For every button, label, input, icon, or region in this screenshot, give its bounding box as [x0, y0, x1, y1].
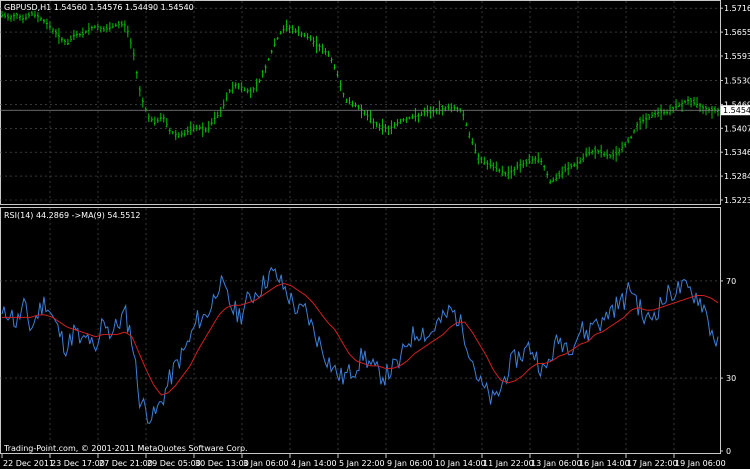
- price-panel[interactable]: GBPUSD,H1 1.54560 1.54576 1.54490 1.5454…: [0, 0, 750, 206]
- time-tick-label: 3 Jan 06:00: [243, 459, 289, 468]
- price-tick-label: 1.52845: [724, 172, 750, 181]
- time-tick-label: 23 Dec 17:00: [51, 459, 105, 468]
- time-tick-label: 16 Jan 14:00: [579, 459, 630, 468]
- time-tick-label: 29 Dec 05:00: [147, 459, 201, 468]
- time-tick-label: 19 Jan 06:00: [675, 459, 726, 468]
- price-tick-label: 1.55935: [724, 52, 750, 61]
- time-axis: 22 Dec 201123 Dec 17:0027 Dec 21:0029 De…: [1, 454, 726, 468]
- time-tick-label: 5 Jan 22:00: [339, 459, 385, 468]
- price-tick-label: 1.52230: [724, 196, 750, 205]
- price-axis: 1.571651.565501.559351.553051.546901.540…: [720, 4, 750, 205]
- current-price-label: 1.54540: [723, 106, 750, 115]
- price-grid: [0, 1, 720, 204]
- rsi-tick-label: 0: [726, 447, 731, 456]
- copyright-text: Trading-Point.com, © 2001-2011 MetaQuote…: [3, 444, 248, 453]
- time-tick-label: 11 Jan 22:00: [483, 459, 534, 468]
- price-panel-frame: [0, 0, 721, 205]
- price-tick-label: 1.53460: [724, 148, 750, 157]
- trading-chart[interactable]: GBPUSD,H1 1.54560 1.54576 1.54490 1.5454…: [0, 0, 750, 469]
- time-tick-label: 17 Jan 22:00: [627, 459, 678, 468]
- price-tick-label: 1.54075: [724, 124, 750, 133]
- rsi-tick-label: 70: [726, 277, 736, 286]
- price-tick-label: 1.55305: [724, 76, 750, 85]
- time-tick-label: 22 Dec 2011: [3, 459, 54, 468]
- time-tick-label: 27 Dec 21:00: [99, 459, 153, 468]
- price-tick-label: 1.57165: [724, 4, 750, 13]
- rsi-line: [1, 266, 719, 424]
- price-tick-label: 1.56550: [724, 28, 750, 37]
- rsi-axis: 70 30 0: [720, 277, 736, 456]
- time-tick-label: 13 Jan 06:00: [531, 459, 582, 468]
- time-tick-label: 10 Jan 14:00: [435, 459, 486, 468]
- rsi-panel[interactable]: RSI(14) 44.2869 ->MA(9) 54.5512 70 30 0 Tr…: [0, 207, 736, 457]
- price-panel-title: GBPUSD,H1 1.54560 1.54576 1.54490 1.5454…: [4, 3, 194, 12]
- time-tick-label: 9 Jan 06:00: [387, 459, 433, 468]
- rsi-tick-label: 30: [726, 374, 736, 383]
- time-tick-label: 4 Jan 14:00: [291, 459, 337, 468]
- price-bars: [1, 10, 719, 185]
- time-tick-label: 30 Dec 13:00: [195, 459, 249, 468]
- rsi-panel-title: RSI(14) 44.2869 ->MA(9) 54.5512: [4, 211, 141, 220]
